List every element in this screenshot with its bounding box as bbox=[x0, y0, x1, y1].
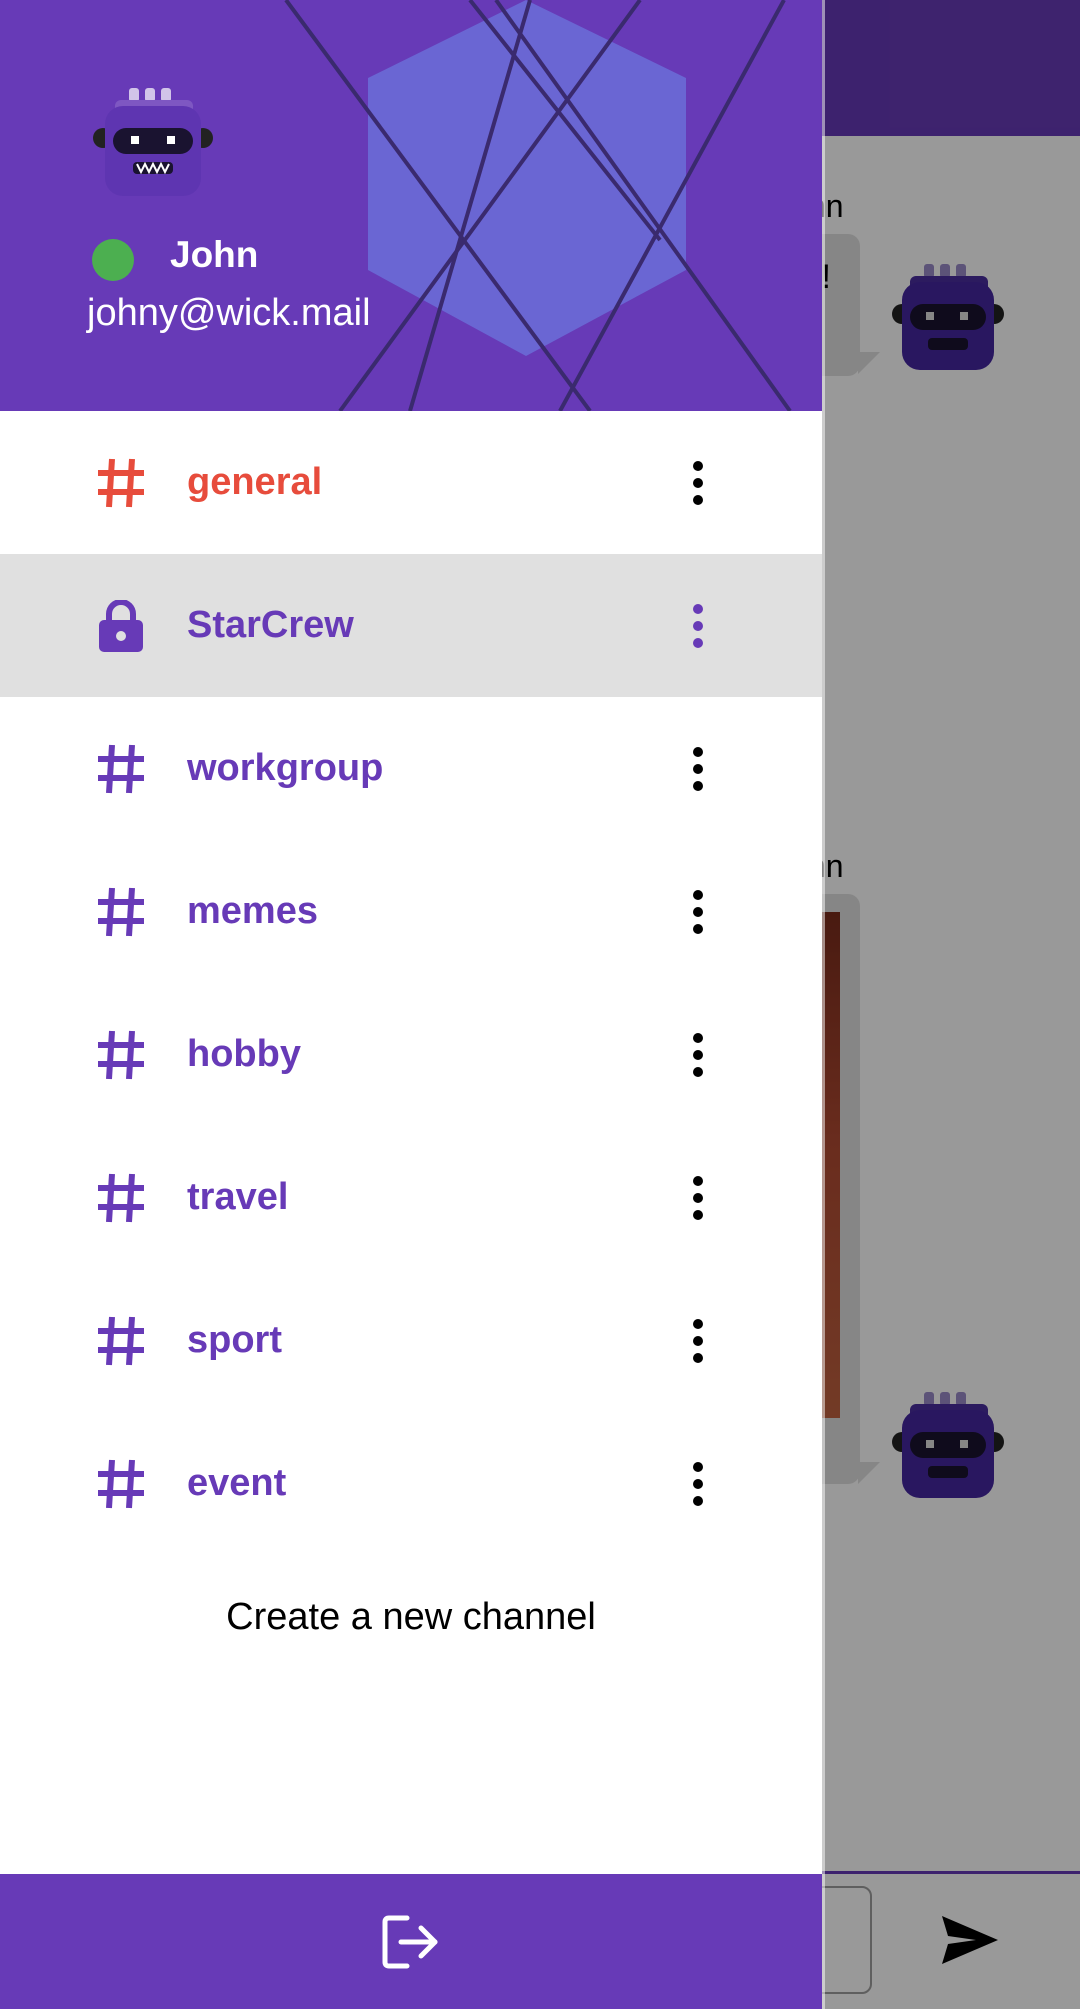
channel-item-travel[interactable]: travel bbox=[0, 1126, 822, 1269]
more-options-icon[interactable] bbox=[682, 1456, 714, 1512]
more-options-icon[interactable] bbox=[682, 884, 714, 940]
channel-item-event[interactable]: event bbox=[0, 1412, 822, 1555]
create-channel-button[interactable]: Create a new channel bbox=[0, 1596, 822, 1639]
channel-label: StarCrew bbox=[187, 604, 354, 646]
robot-avatar-icon[interactable] bbox=[92, 86, 214, 198]
channel-label: travel bbox=[187, 1176, 289, 1218]
channel-item-general[interactable]: general bbox=[0, 411, 822, 554]
hashtag-icon bbox=[96, 886, 146, 938]
more-options-icon[interactable] bbox=[682, 1170, 714, 1226]
channel-label: workgroup bbox=[187, 747, 384, 789]
channel-item-hobby[interactable]: hobby bbox=[0, 983, 822, 1126]
online-status-indicator bbox=[92, 239, 134, 281]
more-options-icon[interactable] bbox=[682, 598, 714, 654]
channel-label: memes bbox=[187, 890, 318, 932]
lock-icon bbox=[96, 599, 146, 652]
hashtag-icon bbox=[96, 743, 146, 795]
hashtag-icon bbox=[96, 457, 146, 509]
drawer-edge bbox=[822, 0, 825, 2009]
channel-label: event bbox=[187, 1462, 287, 1504]
logout-icon[interactable] bbox=[381, 1914, 441, 1970]
navigation-drawer: John johny@wick.mail general StarCrew work… bbox=[0, 0, 822, 2009]
channel-list: general StarCrew workgroup memes hobby travel… bbox=[0, 411, 822, 1555]
more-options-icon[interactable] bbox=[682, 1313, 714, 1369]
hashtag-icon bbox=[96, 1315, 146, 1367]
drawer-header: John johny@wick.mail bbox=[0, 0, 822, 411]
more-options-icon[interactable] bbox=[682, 741, 714, 797]
channel-item-sport[interactable]: sport bbox=[0, 1269, 822, 1412]
channel-label: hobby bbox=[187, 1033, 301, 1075]
more-options-icon[interactable] bbox=[682, 1027, 714, 1083]
channel-item-starcrew[interactable]: StarCrew bbox=[0, 554, 822, 697]
channel-item-memes[interactable]: memes bbox=[0, 840, 822, 983]
channel-label: general bbox=[187, 461, 323, 503]
user-name: John bbox=[170, 234, 259, 275]
hashtag-icon bbox=[96, 1458, 146, 1510]
more-options-icon[interactable] bbox=[682, 455, 714, 511]
hashtag-icon bbox=[96, 1172, 146, 1224]
header-decoration bbox=[284, 0, 792, 411]
channel-label: sport bbox=[187, 1319, 282, 1361]
drawer-footer bbox=[0, 1874, 822, 2009]
user-email: johny@wick.mail bbox=[87, 292, 371, 334]
hashtag-icon bbox=[96, 1029, 146, 1081]
channel-item-workgroup[interactable]: workgroup bbox=[0, 697, 822, 840]
